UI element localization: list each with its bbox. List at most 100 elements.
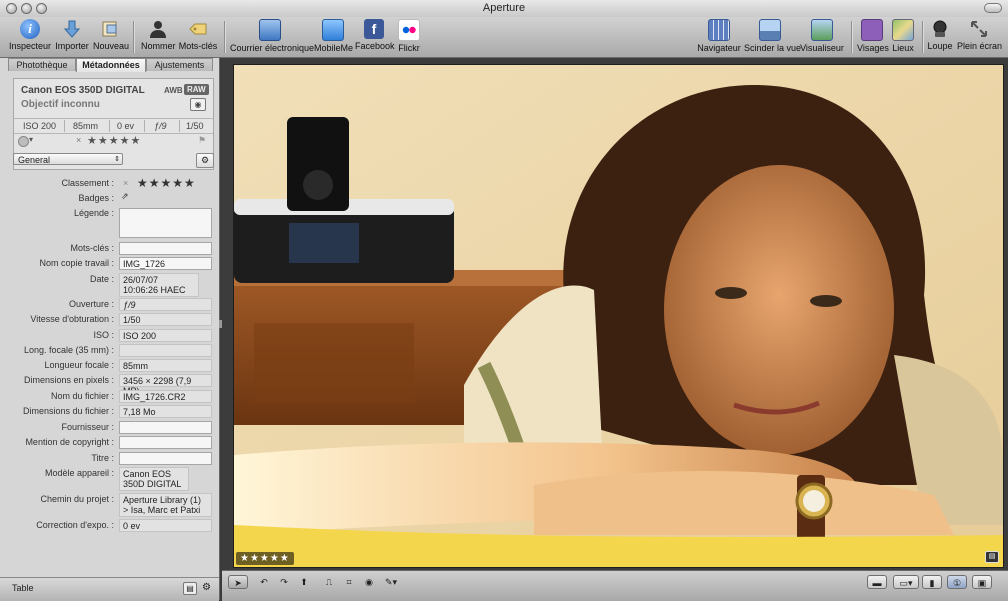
faces-icon xyxy=(861,19,883,41)
filename-field: IMG_1726.CR2 xyxy=(119,390,212,403)
caption-field[interactable] xyxy=(119,208,212,238)
copyright-field[interactable] xyxy=(119,436,212,449)
select-tool-icon[interactable]: ➤ xyxy=(228,575,248,589)
rename-button[interactable]: Nommer xyxy=(141,19,176,51)
mail-icon xyxy=(259,19,281,41)
info-icon: i xyxy=(20,19,40,39)
split-view-button[interactable]: Scinder la vue xyxy=(744,19,801,53)
primary-only-icon[interactable]: ① xyxy=(947,575,967,589)
divider xyxy=(64,120,65,132)
multi-view-icon[interactable]: ▣ xyxy=(972,575,992,589)
divider xyxy=(179,120,180,132)
loupe-button[interactable]: Loupe xyxy=(927,19,953,51)
badge-icon: ⇗ xyxy=(121,191,129,201)
faces-button[interactable]: Visages xyxy=(857,19,889,53)
camera-icon[interactable]: ◉ xyxy=(190,98,206,111)
fullscreen-arrows-icon xyxy=(969,19,989,39)
metadata-label: Classement : xyxy=(61,178,114,188)
reject-button[interactable]: × xyxy=(123,178,128,188)
keywords-button[interactable]: Mots-clés xyxy=(178,19,218,51)
facebook-icon: f xyxy=(364,19,384,39)
metadata-label: Ouverture : xyxy=(68,299,114,309)
rotate-right-icon[interactable]: ↷ xyxy=(275,575,293,589)
camera-model-field: Canon EOS 350D DIGITAL xyxy=(119,467,189,491)
star-rating[interactable]: ★★★★★ xyxy=(87,134,141,147)
divider xyxy=(109,120,110,132)
exif-strip: ISO 200 85mm 0 ev ƒ/9 1/50 xyxy=(14,118,213,134)
metadata-preset-dropdown[interactable]: General ⇕ xyxy=(13,153,123,165)
metadata-label: Mention de copyright : xyxy=(25,437,114,447)
aperture-value: ƒ/9 xyxy=(154,121,167,131)
brush-icon[interactable]: ✎▾ xyxy=(380,575,402,589)
filesize-field: 7,18 Mo xyxy=(119,405,212,418)
main-photo[interactable]: ★★★★★ ▤ xyxy=(233,64,1004,568)
photo-viewer: ★★★★★ ▤ xyxy=(222,58,1008,570)
crop-icon[interactable]: ⌗ xyxy=(340,575,358,589)
photo-rating-overlay[interactable]: ★★★★★ xyxy=(236,552,294,565)
navigator-button[interactable]: Navigateur xyxy=(697,19,741,53)
lift-stamp-icon[interactable]: ⬆ xyxy=(295,575,313,589)
iso-field: ISO 200 xyxy=(119,329,212,342)
raw-badge: RAW xyxy=(184,84,209,95)
red-eye-icon[interactable]: ◉ xyxy=(360,575,378,589)
import-arrow-icon xyxy=(62,19,82,39)
star-rating[interactable]: ★★★★★ xyxy=(137,176,196,190)
tab-library[interactable]: Photothèque xyxy=(8,58,76,71)
viewer-mode-icon[interactable]: ▬ xyxy=(867,575,887,589)
title-bar: Aperture xyxy=(0,0,1008,18)
divider xyxy=(144,120,145,132)
title-field[interactable] xyxy=(119,452,212,465)
pixel-dimensions-field: 3456 × 2298 (7,9 MP) xyxy=(119,374,212,396)
tab-adjustments[interactable]: Ajustements xyxy=(146,58,213,71)
viewer-icon xyxy=(811,19,833,41)
fullscreen-button[interactable]: Plein écran xyxy=(957,19,1002,51)
focal-35-field xyxy=(119,344,212,357)
person-icon xyxy=(148,19,168,39)
metadata-label: ISO : xyxy=(93,330,114,340)
facebook-button[interactable]: f Facebook xyxy=(355,19,395,51)
gear-menu-button[interactable]: ⚙ xyxy=(196,153,214,168)
email-button[interactable]: Courrier électronique xyxy=(230,19,314,53)
metadata-label: Date : xyxy=(89,274,114,284)
date-value: 26/07/07 10:06:26 HAEC xyxy=(119,273,199,297)
places-button[interactable]: Lieux xyxy=(890,19,916,53)
version-name-field[interactable]: IMG_1726 xyxy=(119,257,212,270)
single-view-icon[interactable]: ▮ xyxy=(922,575,942,589)
view-toggle-icon[interactable]: ▤ xyxy=(183,582,197,595)
toolbar-toggle-button[interactable] xyxy=(984,3,1002,13)
flag-icon[interactable]: ⚑ xyxy=(198,135,206,146)
tab-metadata[interactable]: Métadonnées xyxy=(76,58,146,72)
metadata-label: Dimensions du fichier : xyxy=(22,406,114,416)
label-color-icon[interactable] xyxy=(18,136,29,147)
metadata-label: Mots-clés : xyxy=(70,243,114,253)
toolbar-separator xyxy=(922,21,924,53)
toolbar: i Inspecteur Importer Nouveau Nommer Mot… xyxy=(0,17,1008,58)
photo-image xyxy=(234,65,1003,567)
mobileme-button[interactable]: MobileMe xyxy=(314,19,353,53)
inspector-button[interactable]: i Inspecteur xyxy=(8,19,52,51)
window-title: Aperture xyxy=(482,2,526,14)
inspector-tabs: Photothèque Métadonnées Ajustements xyxy=(8,58,213,72)
supplier-field[interactable] xyxy=(119,421,212,434)
rotate-left-icon[interactable]: ↶ xyxy=(255,575,273,589)
focal-value: 85mm xyxy=(73,121,99,131)
grid-icon xyxy=(708,19,730,41)
viewer-options-icon[interactable]: ▭▾ xyxy=(893,575,919,589)
metadata-overlay-icon[interactable]: ▤ xyxy=(985,551,999,563)
import-button[interactable]: Importer xyxy=(54,19,90,51)
keywords-field[interactable] xyxy=(119,242,212,255)
exposure-bias-field: 0 ev xyxy=(119,519,212,532)
flickr-button[interactable]: Flickr xyxy=(396,19,422,53)
new-button[interactable]: Nouveau xyxy=(93,19,129,51)
gear-icon[interactable]: ⚙ xyxy=(202,582,211,593)
chevron-updown-icon: ⇕ xyxy=(114,156,120,163)
cloud-icon xyxy=(322,19,344,41)
reject-button[interactable]: × xyxy=(76,135,81,145)
metadata-label: Légende : xyxy=(73,208,114,218)
chevron-down-icon[interactable]: ▾ xyxy=(29,135,33,144)
viewer-button[interactable]: Visualiseur xyxy=(800,19,844,53)
shutter-field: 1/50 xyxy=(119,313,212,326)
metadata-label: Nom du fichier : xyxy=(50,391,114,401)
gear-icon: ⚙ xyxy=(200,155,210,165)
straighten-icon[interactable]: ⎍ xyxy=(320,575,338,589)
